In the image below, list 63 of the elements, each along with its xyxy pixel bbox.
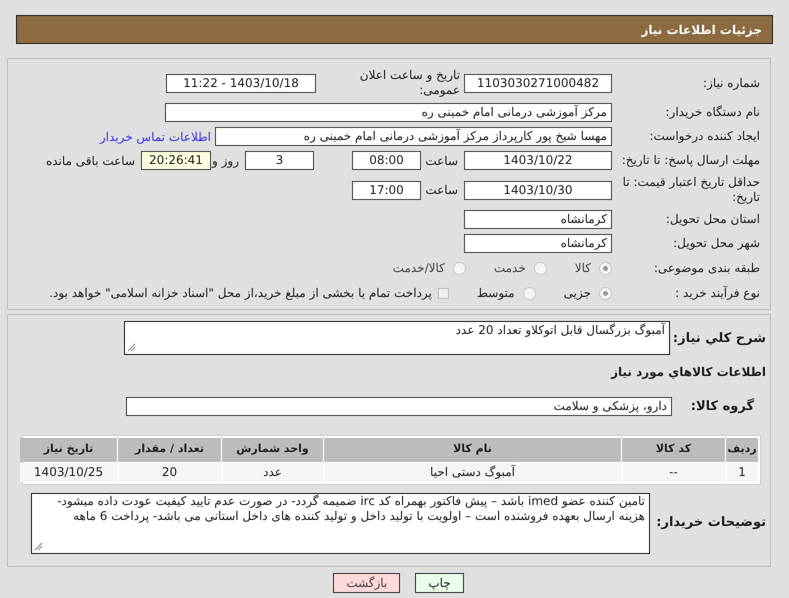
checkbox[interactable] — [438, 288, 449, 298]
radio-button[interactable] — [522, 286, 536, 300]
table-cell: -- — [622, 462, 725, 482]
table-cell: 1 — [726, 462, 758, 482]
column-header: تعداد / مقدار — [118, 438, 221, 462]
text: ساعت — [424, 182, 459, 199]
radio-button[interactable] — [534, 262, 547, 274]
field-label: توضیحات خریدار: — [655, 514, 766, 532]
field-label: گروه کالا: — [690, 397, 755, 416]
radio-label: کالا/خدمت — [392, 260, 445, 277]
buyer-notes-field[interactable]: تامین کننده عضو imed باشد – پیش فاکتور بهمراه کد irc ضمیمه گردد- در صورت عدم تایید کیفیت عودت داده میشود- هزینه ارسال بعهده فروشنده است – اولویت با تولید داخل و تولید کننده های داخل استانی می باشد- پرداخت 6 ماهه — [31, 492, 650, 554]
field-label: شماره نیاز: — [702, 76, 760, 90]
value-field[interactable]: 1403/10/22 — [464, 151, 612, 170]
radio-label: کالا — [574, 260, 591, 277]
value-field[interactable]: کرمانشاه — [464, 210, 612, 229]
field-label: نام دستگاه خریدار: — [664, 105, 760, 120]
goods-group-field[interactable]: دارو، پزشکی و سلامت — [126, 397, 672, 416]
column-header: نام کالا — [324, 438, 621, 462]
field-label: ایجاد کننده درخواست: — [648, 129, 760, 144]
radio-button[interactable] — [599, 286, 612, 300]
radio-button[interactable] — [599, 262, 612, 274]
field-label: مهلت ارسال پاسخ: تا تاریخ: — [620, 153, 760, 168]
field-label: نوع فرآیند خرید : — [674, 286, 760, 300]
contact-link[interactable]: اطلاعات تماس خریدار — [100, 128, 211, 146]
field-label: حداقل تاریخ اعتبار قیمت: تا تاریخ: — [622, 175, 760, 205]
value-field[interactable]: 20:26:41 — [141, 151, 211, 170]
field-label: شرح کلي نیاز: — [672, 330, 766, 348]
action-button[interactable]: بازگشت — [333, 572, 400, 592]
column-header: واحد شمارش — [222, 438, 323, 462]
text: روز و — [211, 152, 240, 170]
value-field[interactable]: 08:00 — [352, 151, 421, 170]
payment-note: پرداخت تمام یا بخشی از مبلغ خرید،از محل "اسناد خزانه اسلامی" خواهد بود. — [49, 285, 432, 302]
value-field[interactable]: 17:00 — [352, 180, 421, 200]
radio-label: جزیی — [564, 285, 591, 302]
action-button[interactable]: چاپ — [415, 572, 464, 592]
table-cell: عدد — [222, 462, 323, 482]
value-field[interactable]: 1403/10/18 - 11:22 — [166, 74, 316, 92]
column-header: تاریخ نیاز — [20, 438, 117, 462]
radio-button[interactable] — [452, 262, 466, 274]
field-label: طبقه بندی موضوعی: — [652, 260, 760, 276]
value-field[interactable]: 1103030271000482 — [464, 74, 612, 92]
text: ساعت — [424, 152, 459, 170]
resize-grip-icon — [34, 542, 43, 550]
field-label: استان محل تحویل: — [664, 212, 760, 227]
text: ساعت باقی مانده — [46, 152, 136, 170]
section-title: اطلاعات کالاهاي مورد نیاز — [610, 364, 766, 381]
value-field[interactable]: مهسا شیخ پور کارپرداز مرکز آموزشی درمانی امام خمینی ره — [215, 127, 612, 146]
column-header: ردیف — [726, 438, 758, 462]
table-cell: 1403/10/25 — [20, 462, 117, 482]
field-label: تاریخ و ساعت اعلان عمومی: — [358, 68, 461, 98]
resize-grip-icon — [127, 343, 136, 352]
value-field[interactable]: کرمانشاه — [464, 234, 612, 253]
value-field[interactable]: مرکز آموزشی درمانی امام خمینی ره — [165, 103, 612, 122]
table-cell: 20 — [118, 462, 221, 482]
column-header: کد کالا — [622, 438, 725, 462]
value-field[interactable]: 3 — [245, 151, 314, 170]
table-cell: آمبوگ دستی احیا — [324, 462, 621, 482]
page-title: جزئیات اطلاعات نیاز — [641, 22, 762, 38]
field-label: شهر محل تحویل: — [672, 236, 760, 251]
value-field[interactable]: 1403/10/30 — [464, 180, 612, 200]
radio-label: متوسط — [476, 285, 515, 302]
description-field[interactable]: آمبوگ بزرگسال قابل اتوکلاو تعداد 20 عدد — [124, 321, 670, 355]
radio-label: خدمت — [494, 260, 526, 277]
